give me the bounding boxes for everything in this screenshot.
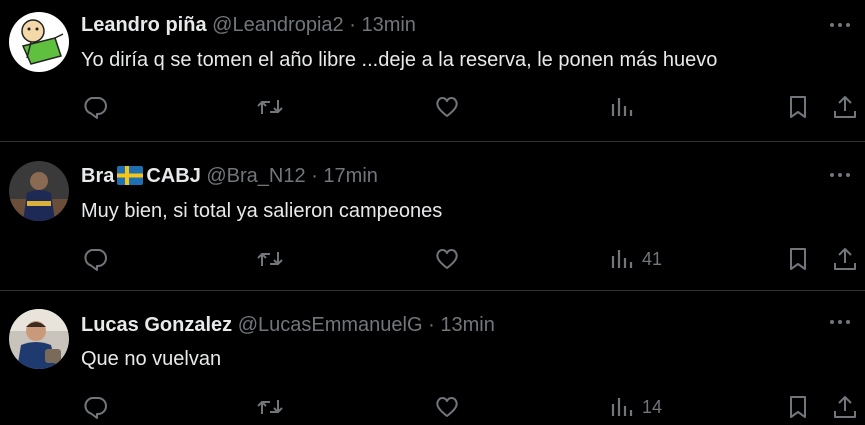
reply-icon [84,97,107,119]
bookmark-icon [790,96,806,118]
timestamp[interactable]: 17min [323,165,377,187]
retweet-icon [257,252,283,266]
reply-button[interactable] [82,244,108,274]
display-name[interactable]: Leandro piña [81,14,207,36]
person-photo-avatar-icon [9,309,69,369]
reply-icon [84,249,107,271]
reply-button[interactable] [82,92,108,122]
retweet-button[interactable] [256,392,284,422]
timestamp[interactable]: 13min [361,14,415,36]
tweet-text: Muy bien, si total ya salieron campeones [81,200,443,222]
retweet-icon [257,400,283,414]
tweet-header: Bra CABJ @Bra_N12 · 17min [81,163,378,189]
cartoon-avatar-icon [9,12,69,72]
share-button[interactable] [832,244,858,274]
user-handle[interactable]: @LucasEmmanuelG [238,314,423,336]
more-options-icon[interactable] [829,166,851,177]
more-options-icon[interactable] [829,313,851,324]
separator-dot: · [428,314,435,336]
separator-dot: · [311,165,318,187]
separator-dot: · [349,14,356,36]
like-button[interactable] [434,92,460,122]
bookmark-icon [790,396,806,418]
user-handle[interactable]: @Bra_N12 [206,165,305,187]
tweet[interactable]: Lucas Gonzalez @LucasEmmanuelG · 13min Q… [0,290,865,425]
player-photo-avatar-icon [9,161,69,221]
like-button[interactable] [434,392,460,422]
display-name-suffix: CABJ [146,165,201,187]
share-icon [834,248,856,270]
tweet-header: Lucas Gonzalez @LucasEmmanuelG · 13min [81,312,495,338]
reply-feed: Leandro piña @Leandropia2 · 13min Yo dir… [0,0,865,425]
like-button[interactable] [434,244,460,274]
avatar[interactable] [9,161,69,221]
bookmark-button[interactable] [786,92,810,122]
tweet-text: Yo diría q se tomen el año libre ...deje… [81,49,718,71]
share-icon [834,96,856,118]
like-icon [436,97,458,117]
more-options-icon[interactable] [829,16,851,27]
views-icon [611,98,633,116]
reply-button[interactable] [82,392,108,422]
timestamp[interactable]: 13min [440,314,494,336]
share-icon [834,396,856,418]
display-name-prefix: Bra [81,165,115,187]
views-count: 14 [642,396,663,417]
avatar[interactable] [9,309,69,369]
views-button[interactable] [610,92,642,122]
like-icon [436,397,458,417]
views-count: 41 [642,248,663,269]
reply-icon [84,397,107,419]
tweet-text: Que no vuelvan [81,348,222,370]
like-icon [436,249,458,269]
tweet[interactable]: Leandro piña @Leandropia2 · 13min Yo dir… [0,0,865,141]
bookmark-button[interactable] [786,244,810,274]
retweet-button[interactable] [256,244,284,274]
tweet-header: Leandro piña @Leandropia2 · 13min [81,12,416,38]
bookmark-icon [790,248,806,270]
retweet-icon [257,100,283,114]
user-handle[interactable]: @Leandropia2 [212,14,344,36]
views-icon [611,250,633,268]
views-button[interactable]: 14 [610,392,662,422]
display-name[interactable]: Lucas Gonzalez [81,314,232,336]
avatar[interactable] [9,12,69,72]
share-button[interactable] [832,92,858,122]
tweet[interactable]: Bra CABJ @Bra_N12 · 17min Muy bien, si to… [0,141,865,290]
views-icon [611,398,633,416]
views-button[interactable]: 41 [610,244,662,274]
bookmark-button[interactable] [786,392,810,422]
sweden-flag-icon [117,166,144,185]
retweet-button[interactable] [256,92,284,122]
display-name[interactable]: Bra CABJ [81,165,201,187]
share-button[interactable] [832,392,858,422]
